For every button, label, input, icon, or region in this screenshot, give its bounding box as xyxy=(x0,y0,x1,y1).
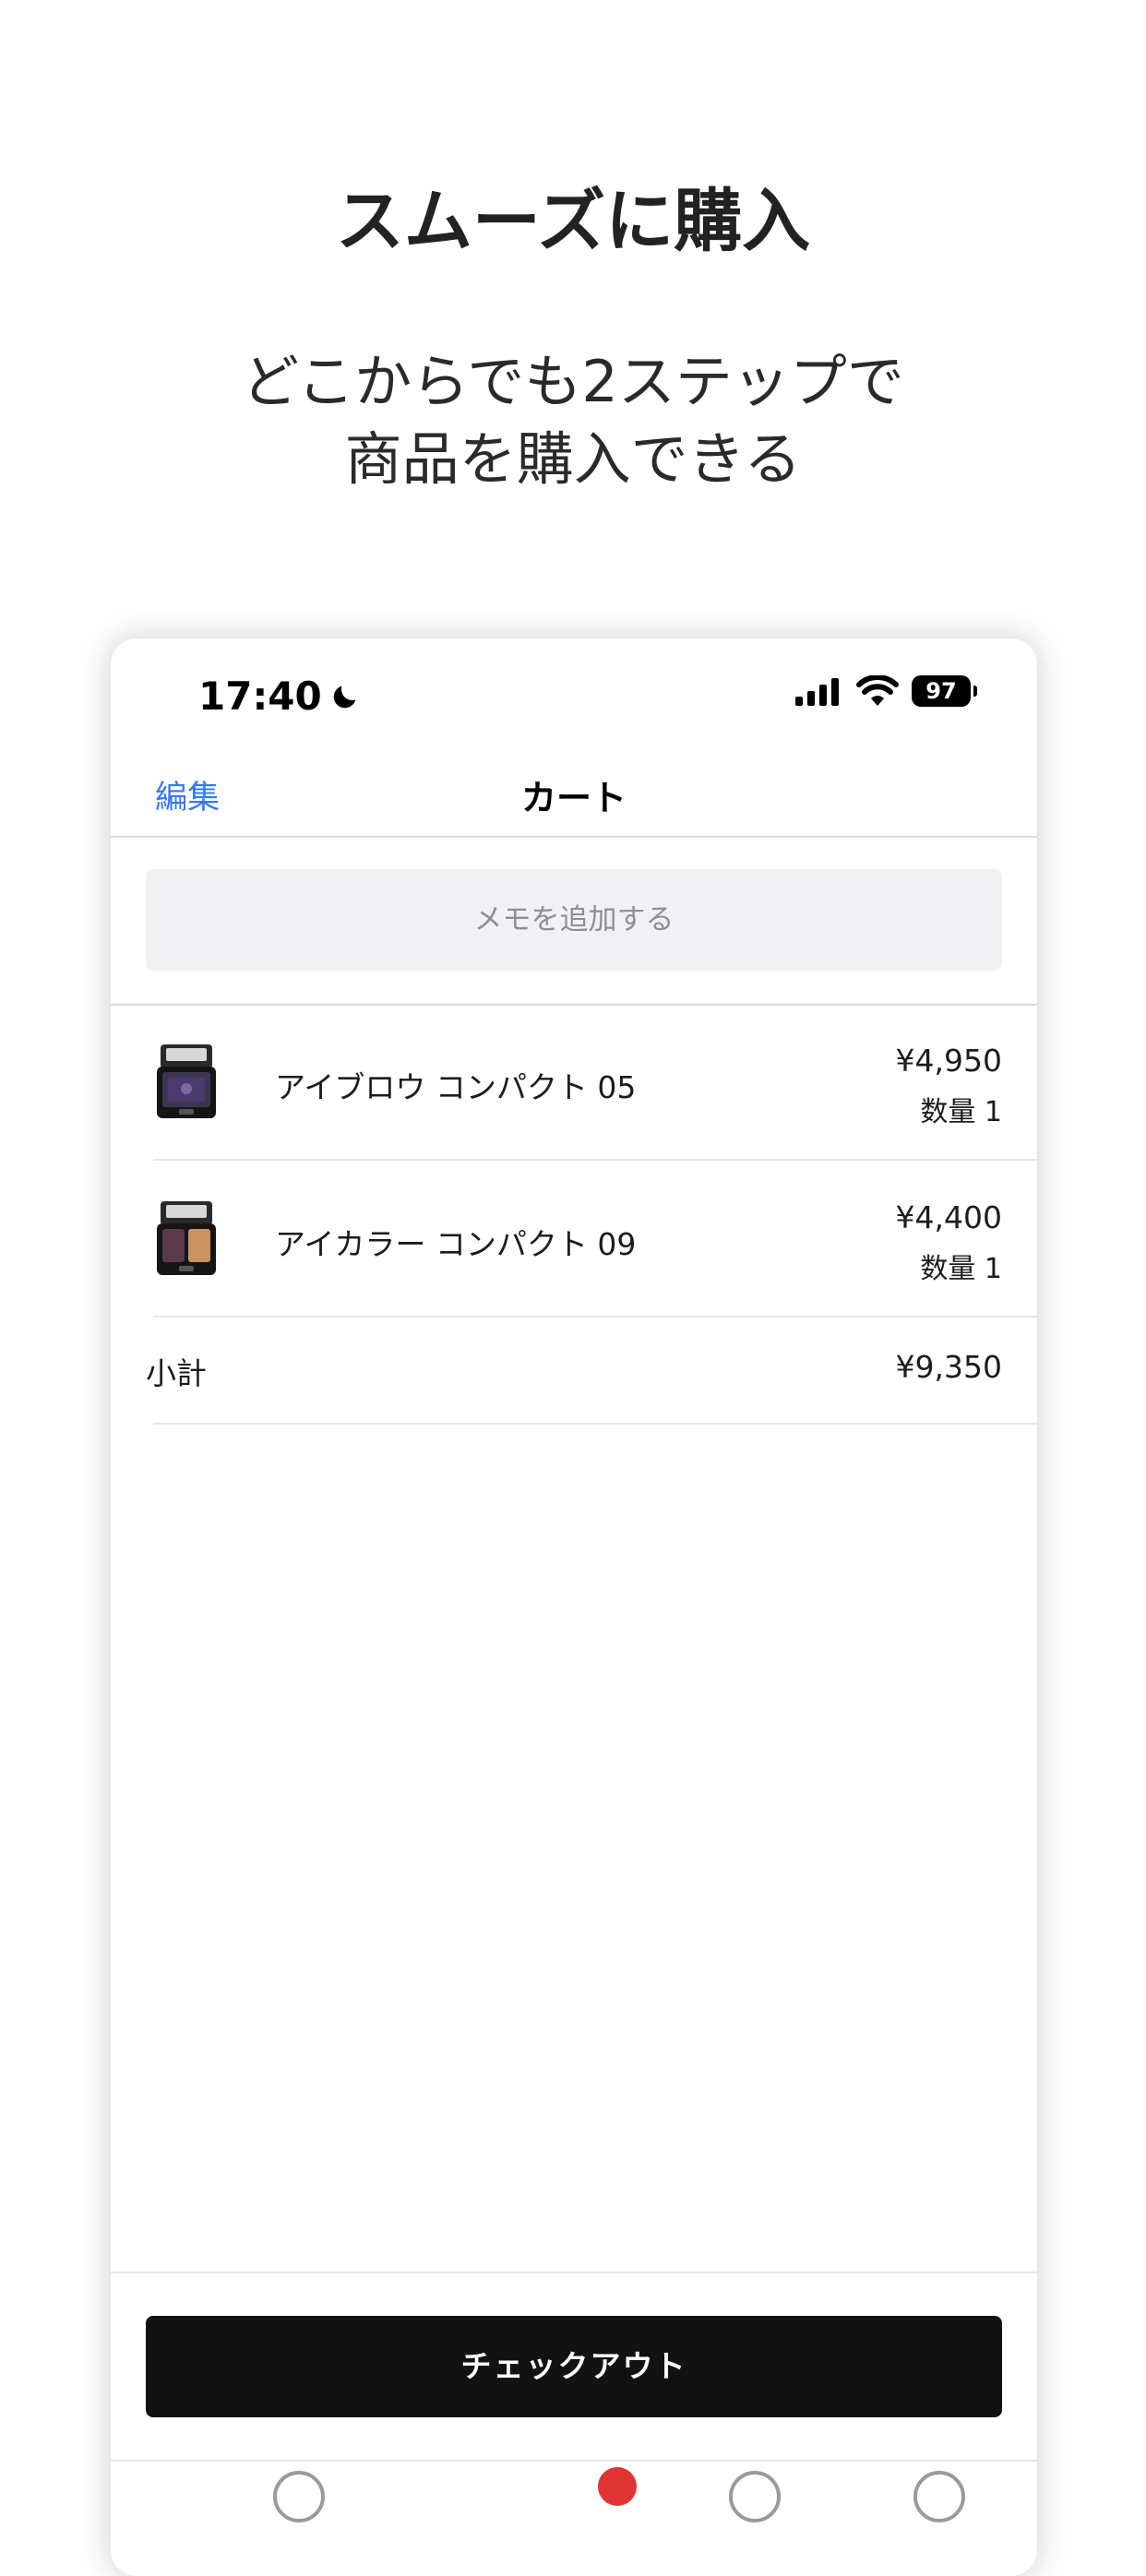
promo-subtitle-line-2: 商品を購入できる xyxy=(344,425,802,493)
cart-item[interactable]: アイカラー コンパクト 09 ¥4,400 数量 1 xyxy=(111,1163,1037,1318)
product-swatch xyxy=(188,1229,210,1262)
checkout-button[interactable]: チェックアウト xyxy=(146,2316,1002,2417)
row-divider xyxy=(153,1423,1037,1425)
item-quantity: 数量 1 xyxy=(920,1253,1002,1285)
page-title: カート xyxy=(520,778,627,818)
tab-icon[interactable] xyxy=(273,2471,325,2522)
product-thumbnail xyxy=(157,1044,216,1118)
status-indicators: 97 xyxy=(795,675,977,707)
item-name: アイブロウ コンパクト 05 xyxy=(275,1069,637,1105)
tab-icon[interactable] xyxy=(913,2471,965,2522)
item-quantity: 数量 1 xyxy=(920,1096,1002,1128)
item-price: ¥4,950 xyxy=(895,1043,1002,1079)
tab-icon[interactable] xyxy=(729,2471,781,2522)
status-time-group: 17:40 xyxy=(198,674,361,719)
item-name: アイカラー コンパクト 09 xyxy=(275,1226,637,1262)
subtotal-label: 小計 xyxy=(146,1355,207,1391)
memo-input[interactable]: メモを追加する xyxy=(146,869,1002,971)
battery-icon: 97 xyxy=(912,675,977,707)
product-thumbnail xyxy=(157,1201,216,1275)
tab-bar-divider xyxy=(111,2460,1037,2462)
phone-frame: 17:40 97 編集 カート メモを追加する アイブロウ コンパクト 05 ¥… xyxy=(111,638,1037,2576)
bottom-divider xyxy=(111,2272,1037,2273)
promo-title: スムーズに購入 xyxy=(335,182,811,261)
subtotal-value: ¥9,350 xyxy=(895,1349,1002,1385)
promo-subtitle-line-1: どこからでも2ステップで xyxy=(242,348,904,415)
cellular-signal-icon xyxy=(795,678,839,706)
subtotal-row: 小計 ¥9,350 xyxy=(111,1318,1037,1425)
item-price: ¥4,400 xyxy=(895,1199,1002,1235)
wifi-icon xyxy=(856,675,899,706)
status-bar: 17:40 97 xyxy=(111,638,1037,749)
moon-icon xyxy=(333,686,356,708)
promo-subtitle: どこからでも2ステップで 商品を購入できる xyxy=(0,343,1146,498)
notification-badge xyxy=(598,2467,637,2506)
cart-item[interactable]: アイブロウ コンパクト 05 ¥4,950 数量 1 xyxy=(111,1006,1037,1161)
row-divider xyxy=(153,1159,1037,1161)
status-time: 17:40 xyxy=(198,674,322,719)
nav-bar: 編集 カート xyxy=(111,749,1037,838)
